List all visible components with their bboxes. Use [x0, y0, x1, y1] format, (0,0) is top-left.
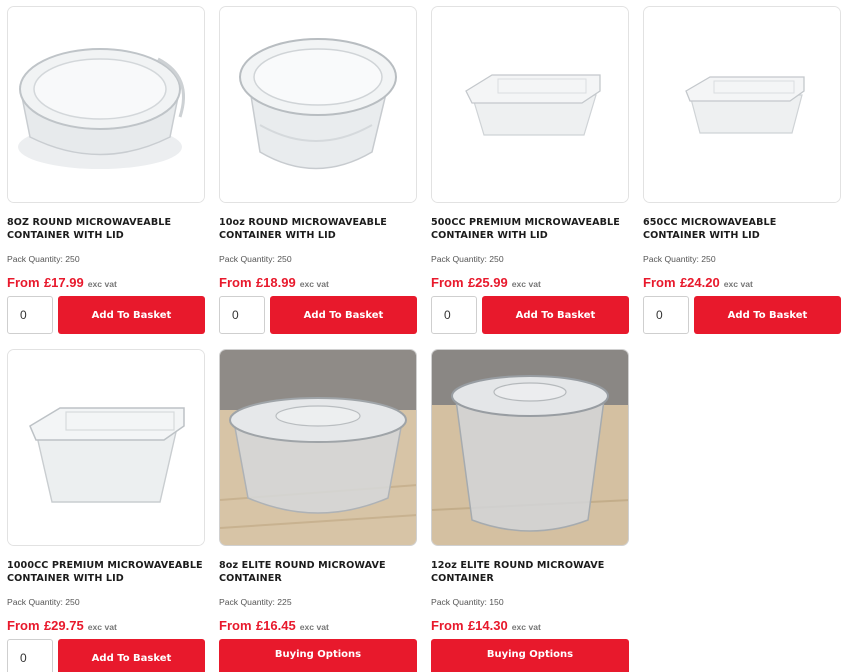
round-container-photo-image	[220, 350, 416, 545]
price: From £16.45 exc vat	[219, 618, 329, 633]
add-to-basket-button[interactable]: Add To Basket	[58, 639, 205, 672]
price: From £18.99 exc vat	[219, 275, 329, 290]
pack-quantity: Pack Quantity: 225	[219, 597, 292, 607]
price: From £25.99 exc vat	[431, 275, 541, 290]
rectangular-container-image	[644, 7, 840, 202]
round-container-image	[8, 7, 204, 202]
add-to-basket-button[interactable]: Add To Basket	[482, 296, 629, 334]
add-to-basket-button[interactable]: Add To Basket	[270, 296, 417, 334]
quantity-input[interactable]	[643, 296, 689, 334]
quantity-input[interactable]	[431, 296, 477, 334]
product-title[interactable]: 12oz ELITE ROUND MICROWAVE CONTAINER	[431, 559, 629, 585]
rectangular-container-image	[8, 350, 204, 545]
product-image[interactable]	[7, 6, 205, 203]
product-image[interactable]	[7, 349, 205, 546]
product-title[interactable]: 500CC PREMIUM MICROWAVEABLE CONTAINER WI…	[431, 216, 629, 242]
round-container-image	[220, 7, 416, 202]
price: From £14.30 exc vat	[431, 618, 541, 633]
product-title[interactable]: 650CC MICROWAVEABLE CONTAINER WITH LID	[643, 216, 841, 242]
buying-options-button[interactable]: Buying Options	[431, 639, 629, 672]
price: From £24.20 exc vat	[643, 275, 753, 290]
quantity-input[interactable]	[7, 296, 53, 334]
price: From £29.75 exc vat	[7, 618, 117, 633]
pack-quantity: Pack Quantity: 250	[219, 254, 292, 264]
quantity-input[interactable]	[219, 296, 265, 334]
pack-quantity: Pack Quantity: 250	[431, 254, 504, 264]
pack-quantity: Pack Quantity: 250	[7, 254, 80, 264]
buying-options-button[interactable]: Buying Options	[219, 639, 417, 672]
tall-round-container-photo-image	[432, 350, 628, 545]
add-to-basket-button[interactable]: Add To Basket	[58, 296, 205, 334]
product-image[interactable]	[219, 6, 417, 203]
product-title[interactable]: 8OZ ROUND MICROWAVEABLE CONTAINER WITH L…	[7, 216, 205, 242]
product-image[interactable]	[643, 6, 841, 203]
pack-quantity: Pack Quantity: 250	[7, 597, 80, 607]
product-image[interactable]	[431, 6, 629, 203]
add-to-basket-button[interactable]: Add To Basket	[694, 296, 841, 334]
product-title[interactable]: 10oz ROUND MICROWAVEABLE CONTAINER WITH …	[219, 216, 417, 242]
rectangular-container-image	[432, 7, 628, 202]
product-image[interactable]	[431, 349, 629, 546]
product-image[interactable]	[219, 349, 417, 546]
pack-quantity: Pack Quantity: 250	[643, 254, 716, 264]
product-title[interactable]: 8oz ELITE ROUND MICROWAVE CONTAINER	[219, 559, 417, 585]
quantity-input[interactable]	[7, 639, 53, 672]
pack-quantity: Pack Quantity: 150	[431, 597, 504, 607]
price: From £17.99 exc vat	[7, 275, 117, 290]
product-title[interactable]: 1000CC PREMIUM MICROWAVEABLE CONTAINER W…	[7, 559, 205, 585]
